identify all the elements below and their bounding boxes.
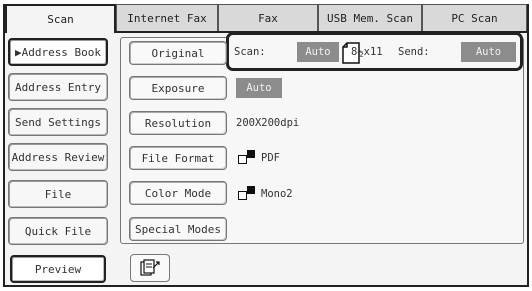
tab-internet-fax[interactable]: Internet Fax	[116, 4, 218, 31]
color-mode-value: Mono2	[261, 188, 293, 200]
scan-value-badge: Auto	[297, 42, 339, 62]
file-button[interactable]: File	[8, 180, 108, 208]
resolution-value: 200X200dpi	[236, 117, 300, 129]
exposure-button[interactable]: Exposure	[129, 76, 227, 100]
address-book-button[interactable]: ▶Address Book	[8, 38, 108, 66]
send-value-badge: Auto	[461, 42, 516, 62]
file-format-button[interactable]: File Format	[129, 146, 227, 170]
original-button[interactable]: Original	[129, 41, 227, 65]
scan-label: Scan:	[234, 46, 266, 58]
file-format-value: PDF	[261, 152, 280, 164]
quick-file-button[interactable]: Quick File	[8, 217, 108, 245]
tab-usb-mem-scan[interactable]: USB Mem. Scan	[318, 4, 422, 31]
tab-scan[interactable]: Scan	[5, 4, 116, 33]
black-white-icon	[238, 150, 255, 164]
scan-original-icon	[140, 259, 160, 276]
resolution-button[interactable]: Resolution	[129, 111, 227, 135]
address-review-button[interactable]: Address Review	[8, 143, 108, 171]
exposure-value-badge: Auto	[236, 78, 282, 98]
scan-original-button[interactable]	[130, 254, 170, 282]
color-mode-button[interactable]: Color Mode	[129, 181, 227, 205]
tab-pc-scan[interactable]: PC Scan	[422, 4, 527, 31]
tab-fax[interactable]: Fax	[218, 4, 318, 31]
paper-size-value: 8½x11	[351, 46, 383, 58]
preview-button[interactable]: Preview	[10, 255, 106, 283]
send-label: Send:	[398, 46, 430, 58]
send-settings-button[interactable]: Send Settings	[8, 108, 108, 136]
address-entry-button[interactable]: Address Entry	[8, 73, 108, 101]
black-white-icon	[238, 186, 255, 200]
special-modes-button[interactable]: Special Modes	[129, 217, 227, 241]
